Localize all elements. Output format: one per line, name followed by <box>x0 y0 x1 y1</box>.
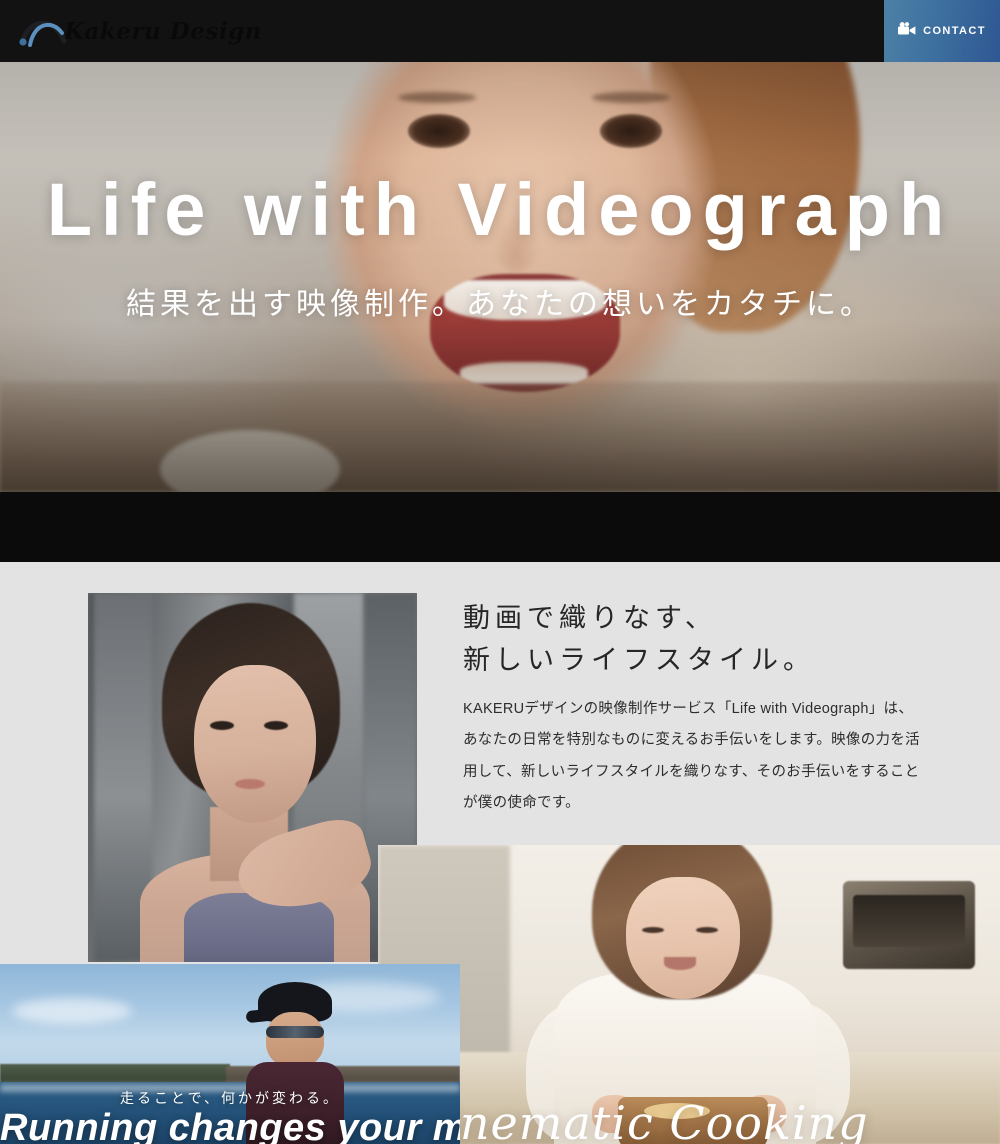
about-heading-line1: 動画で織りなす、 <box>463 603 717 633</box>
site-logo[interactable]: Kakeru Design <box>18 8 261 54</box>
cooking-card-title: Cinematic Cooking <box>408 1096 869 1144</box>
hero-section: Life with Videograph 結果を出す映像制作。あなたの想いをカタ… <box>0 62 1000 492</box>
about-section: 動画で織りなす、 新しいライフスタイル。 KAKERUデザインの映像制作サービス… <box>0 562 1000 1144</box>
cooking-video-card[interactable]: Cinematic Cooking <box>378 845 1000 1144</box>
running-card-caption-en: Running changes your mind. <box>0 1107 460 1144</box>
about-heading-line2: 新しいライフスタイル。 <box>463 644 815 675</box>
hero-subtitle: 結果を出す映像制作。あなたの想いをカタチに。 <box>126 288 874 321</box>
hero-copy: Life with Videograph 結果を出す映像制作。あなたの想いをカタ… <box>0 62 1000 492</box>
site-header: Kakeru Design CONTACT <box>0 0 1000 62</box>
arc-swoosh-icon <box>18 11 70 51</box>
logo-wordmark: Kakeru Design <box>64 17 262 45</box>
hero-bottom-bar <box>0 492 1000 562</box>
running-card-caption-jp: 走ることで、何かが変わる。 <box>119 1090 341 1106</box>
video-camera-icon <box>898 21 916 41</box>
about-heading: 動画で織りなす、 新しいライフスタイル。 <box>463 598 815 682</box>
about-portrait-image <box>88 593 417 962</box>
about-body-text: KAKERUデザインの映像制作サービス「Life with Videograph… <box>463 701 920 812</box>
running-video-card[interactable]: 走ることで、何かが変わる。 Running changes your mind. <box>0 964 460 1144</box>
contact-button[interactable]: CONTACT <box>884 0 1000 62</box>
contact-button-label: CONTACT <box>923 25 986 37</box>
hero-title: Life with Videograph <box>46 168 954 251</box>
